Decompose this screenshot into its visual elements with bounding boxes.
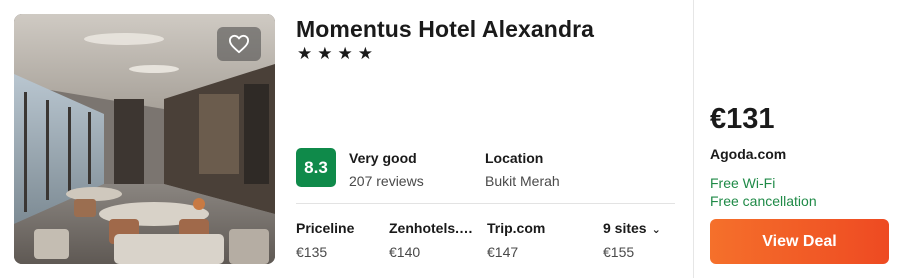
site-price-trip[interactable]: €147	[487, 244, 518, 260]
view-deal-button[interactable]: View Deal	[710, 219, 889, 264]
favorite-button[interactable]	[217, 27, 261, 61]
site-price-zenhotels[interactable]: €140	[389, 244, 420, 260]
star-rating: ★★★★	[297, 44, 378, 63]
site-name-zenhotels[interactable]: Zenhotels.com	[389, 220, 477, 236]
review-count[interactable]: 207 reviews	[349, 173, 424, 189]
divider	[296, 203, 675, 204]
hotel-name[interactable]: Momentus Hotel Alexandra	[296, 16, 594, 43]
site-name-priceline[interactable]: Priceline	[296, 220, 354, 236]
rating-label: Very good	[349, 150, 417, 166]
chevron-down-icon: ⌄	[651, 224, 661, 236]
column-divider	[693, 0, 694, 278]
rating-score-badge: 8.3	[296, 148, 336, 187]
site-price-priceline[interactable]: €135	[296, 244, 327, 260]
location-label: Location	[485, 150, 544, 166]
heart-outline-icon	[229, 34, 249, 54]
location-value[interactable]: Bukit Merah	[485, 173, 560, 189]
deal-provider[interactable]: Agoda.com	[710, 146, 786, 162]
more-sites-price[interactable]: €155	[603, 244, 634, 260]
amenity-cancellation: Free cancellation	[710, 193, 817, 209]
more-sites-label: 9 sites	[603, 220, 647, 236]
more-sites-dropdown[interactable]: 9 sites ⌄	[603, 220, 661, 236]
amenity-wifi: Free Wi-Fi	[710, 175, 776, 191]
deal-price[interactable]: €131	[710, 103, 775, 136]
site-name-trip[interactable]: Trip.com	[487, 220, 545, 236]
